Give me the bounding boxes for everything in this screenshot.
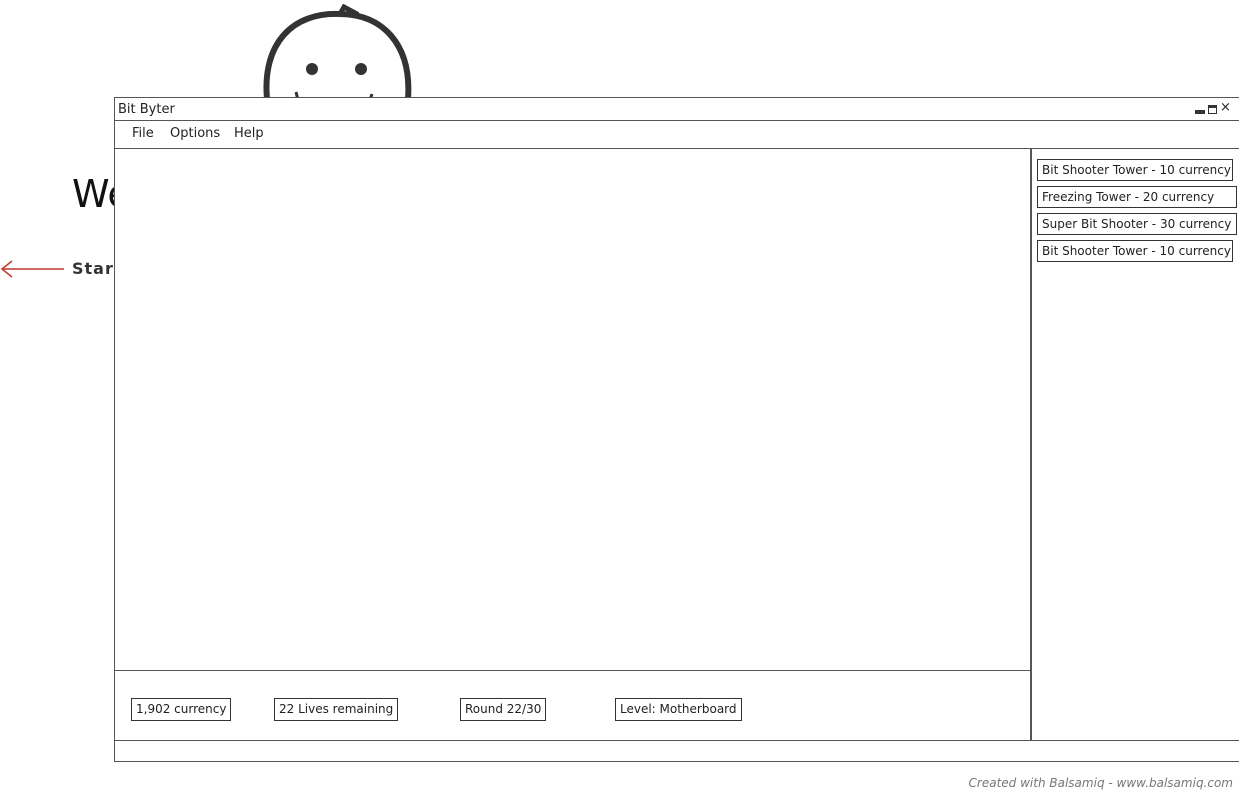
tower-super-bit-shooter-button[interactable]: Super Bit Shooter - 30 currency [1037, 213, 1237, 235]
footer-credit: Created with Balsamiq - www.balsamiq.com [968, 776, 1233, 790]
window-title: Bit Byter [118, 102, 175, 117]
tower-bit-shooter-button-2[interactable]: Bit Shooter Tower - 10 currency [1037, 240, 1233, 262]
menu-file[interactable]: File [132, 126, 154, 141]
tower-shop-panel: Bit Shooter Tower - 10 currency Freezing… [1031, 149, 1239, 740]
game-canvas[interactable] [115, 149, 1031, 670]
app-window: Bit Byter × File Options Help Bit Shoote… [114, 97, 1239, 762]
round-display: Round 22/30 [460, 698, 547, 721]
title-bar: Bit Byter × [115, 98, 1239, 121]
lives-display: 22 Lives remaining [274, 698, 399, 721]
window-controls: × [1195, 101, 1231, 115]
smiley-face-sketch [263, 4, 412, 102]
currency-display: 1,902 currency [131, 698, 232, 721]
menu-bar: File Options Help [115, 121, 1239, 149]
menu-options[interactable]: Options [170, 126, 220, 141]
window-status-bar [115, 740, 1239, 763]
maximize-icon[interactable] [1208, 105, 1217, 114]
level-display: Level: Motherboard [615, 698, 742, 721]
arrow-left-icon [0, 260, 64, 278]
tower-bit-shooter-button[interactable]: Bit Shooter Tower - 10 currency [1037, 159, 1233, 181]
menu-help[interactable]: Help [234, 126, 264, 141]
close-icon[interactable]: × [1220, 101, 1231, 115]
tower-freezing-button[interactable]: Freezing Tower - 20 currency [1037, 186, 1237, 208]
status-panel: 1,902 currency 22 Lives remaining Round … [115, 670, 1031, 741]
minimize-icon[interactable] [1195, 110, 1205, 114]
